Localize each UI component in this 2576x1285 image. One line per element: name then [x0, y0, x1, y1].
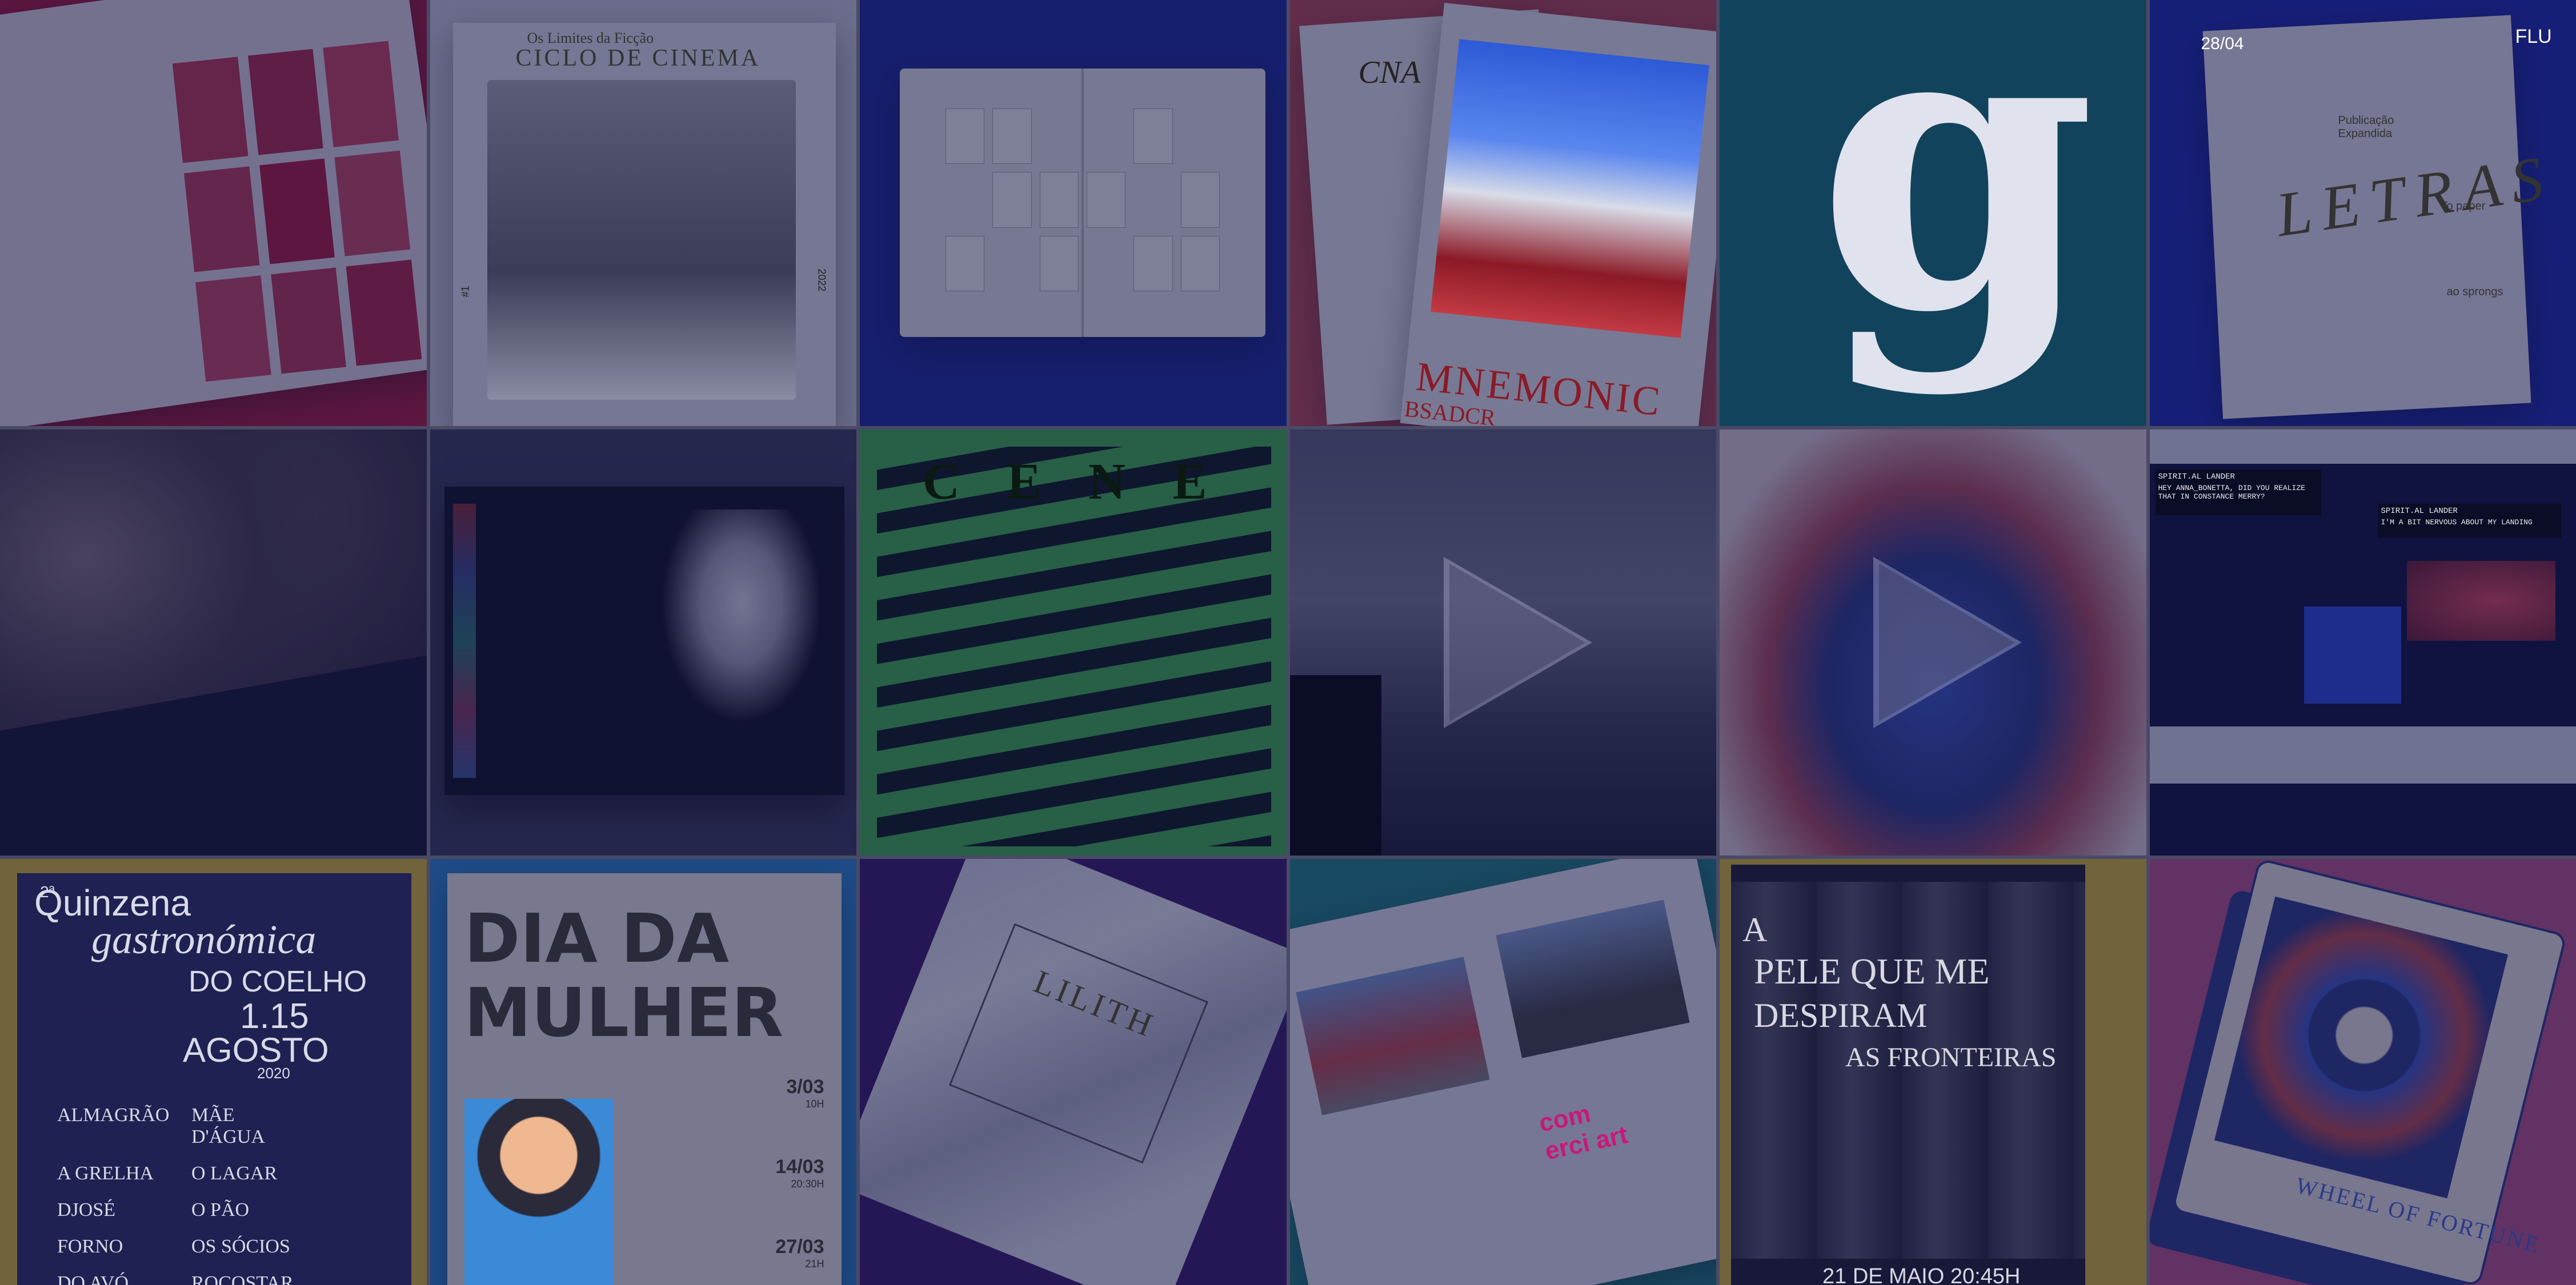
- portfolio-tile-tarot-cards[interactable]: WHEEL OF FORTUNE: [2149, 859, 2576, 1285]
- venue-item: A GRELHA: [57, 1163, 154, 1184]
- poster-image: [487, 80, 796, 400]
- poster-title-b: gastronómica: [91, 917, 317, 962]
- portfolio-tile-dark-book[interactable]: [430, 429, 856, 856]
- portfolio-tile-dia-da-mulher-poster[interactable]: DIA DA MULHER 3/03 10H 14/03 20:30H 27/0…: [430, 859, 856, 1285]
- poster-side-right: 2022: [816, 268, 828, 292]
- play-icon[interactable]: [1443, 557, 1592, 728]
- venue-item: ALMAGRÃO: [57, 1105, 170, 1126]
- poster-title-a: DIA DA: [464, 899, 730, 978]
- poster-title: C E N E: [923, 453, 1224, 510]
- poster-label-a: Publicação Expandida: [2338, 114, 2394, 140]
- collage-red-image: [2406, 561, 2555, 641]
- portfolio-tile-video-sea[interactable]: [1289, 429, 1716, 856]
- portfolio-tile-a-pele-poster[interactable]: A PELE QUE ME DESPIRAM AS FRONTEIRAS 21 …: [1720, 859, 2146, 1285]
- poster-date: 28/04: [2201, 34, 2244, 53]
- poster-brand: FLU: [2515, 26, 2552, 47]
- collage-text-a: SPIRIT.AL LANDER: [2158, 472, 2235, 481]
- portfolio-tile-abstract-photo[interactable]: [0, 429, 427, 856]
- venue-item: OS SÓCIOS: [191, 1236, 290, 1257]
- venue-item: O LAGAR: [191, 1163, 278, 1184]
- poster-year: 2020: [257, 1065, 290, 1082]
- glyph-letter: g: [1817, 0, 2097, 400]
- play-icon[interactable]: [1873, 557, 2022, 728]
- portfolio-tile-cinema-poster[interactable]: Os Limites da Ficção CICLO DE CINEMA #1 …: [430, 0, 856, 426]
- portfolio-tile-cene-poster[interactable]: C E N E: [860, 429, 1287, 856]
- poster-month: AGOSTO: [183, 1031, 329, 1069]
- portfolio-tile-video-gradient[interactable]: [1720, 429, 2146, 856]
- venue-item: O PÃO: [191, 1199, 250, 1220]
- book-pattern-grid: [172, 41, 422, 382]
- venue-item: MÃE D'ÁGUA: [191, 1105, 265, 1147]
- poster-title-c: DESPIRAM: [1754, 997, 1928, 1034]
- portfolio-tile-lilith-package[interactable]: LILITH: [860, 859, 1287, 1285]
- portfolio-tile-blue-book[interactable]: [860, 0, 1287, 426]
- poster-label-c: ao sprongs: [2446, 286, 2503, 298]
- event-time: 10H: [805, 1098, 824, 1110]
- event-date: 14/03: [775, 1156, 824, 1178]
- collage-text-c: SPIRIT.AL LANDER: [2381, 507, 2458, 516]
- poster-title-b: PELE QUE ME: [1754, 951, 1990, 991]
- collage-text-d: I'M A BIT NERVOUS ABOUT MY LANDING: [2381, 518, 2533, 527]
- venue-item: ROCOSTAR: [191, 1272, 294, 1285]
- poster-footer: 21 DE MAIO 20:45H: [1822, 1264, 2021, 1285]
- portfolio-tile-quinzena-poster[interactable]: 2ª Quinzena gastronómica DO COELHO 1.15 …: [0, 859, 427, 1285]
- poster-title-a: A: [1742, 911, 1768, 949]
- portfolio-tile-magazine[interactable]: com erci art: [1289, 859, 1716, 1285]
- poster-illustration: [464, 1099, 613, 1285]
- poster-title-c: DO COELHO: [189, 965, 367, 998]
- poster-events: 3/03 10H 14/03 20:30H 27/03 21H: [699, 1076, 824, 1270]
- poster-label-b: To paper: [2441, 200, 2486, 212]
- event-time: 21H: [805, 1258, 824, 1270]
- poster-title: CICLO DE CINEMA: [515, 45, 761, 71]
- poster-side-left: #1: [459, 286, 471, 298]
- collage-blue-card: [2303, 607, 2401, 704]
- portfolio-tile-red-book[interactable]: [0, 0, 427, 426]
- portfolio-tile-web-collage[interactable]: SPIRIT.AL LANDER HEY ANNA_BONETTA, DID Y…: [2149, 429, 2576, 856]
- portfolio-grid: Os Limites da Ficção CICLO DE CINEMA #1 …: [0, 0, 2576, 1285]
- portfolio-tile-glyph[interactable]: g: [1720, 0, 2146, 426]
- poster-venues: ALMAGRÃO MÃE D'ÁGUA A GRELHA O LAGAR DJO…: [57, 1105, 309, 1285]
- book-smoke-image: [647, 509, 819, 744]
- poster-top-text: CNA: [1358, 55, 1421, 90]
- poster-title-d: AS FRONTEIRAS: [1845, 1042, 2057, 1073]
- venue-item: DO AVÓ: [57, 1272, 129, 1285]
- portfolio-tile-letras-poster[interactable]: 28/04 FLU Publicação Expandida LETRAS To…: [2149, 0, 2576, 426]
- poster-mountain-image: [1430, 39, 1709, 338]
- book-cards: [946, 109, 1220, 291]
- portfolio-tile-mnemonic-poster[interactable]: CNA MNEMONIC BSADCR: [1289, 0, 1716, 426]
- venue-item: DJOSÉ: [57, 1199, 116, 1220]
- event-date: 27/03: [775, 1236, 824, 1258]
- event-time: 20:30H: [791, 1178, 824, 1190]
- poster-title-b: MULHER: [464, 973, 784, 1052]
- collage-text-b: HEY ANNA_BONETTA, DID YOU REALIZE THAT I…: [2158, 484, 2305, 501]
- venue-item: FORNO: [57, 1236, 123, 1257]
- event-date: 3/03: [786, 1076, 824, 1098]
- book-thumb-column: [452, 504, 476, 778]
- video-black-block: [1289, 675, 1381, 856]
